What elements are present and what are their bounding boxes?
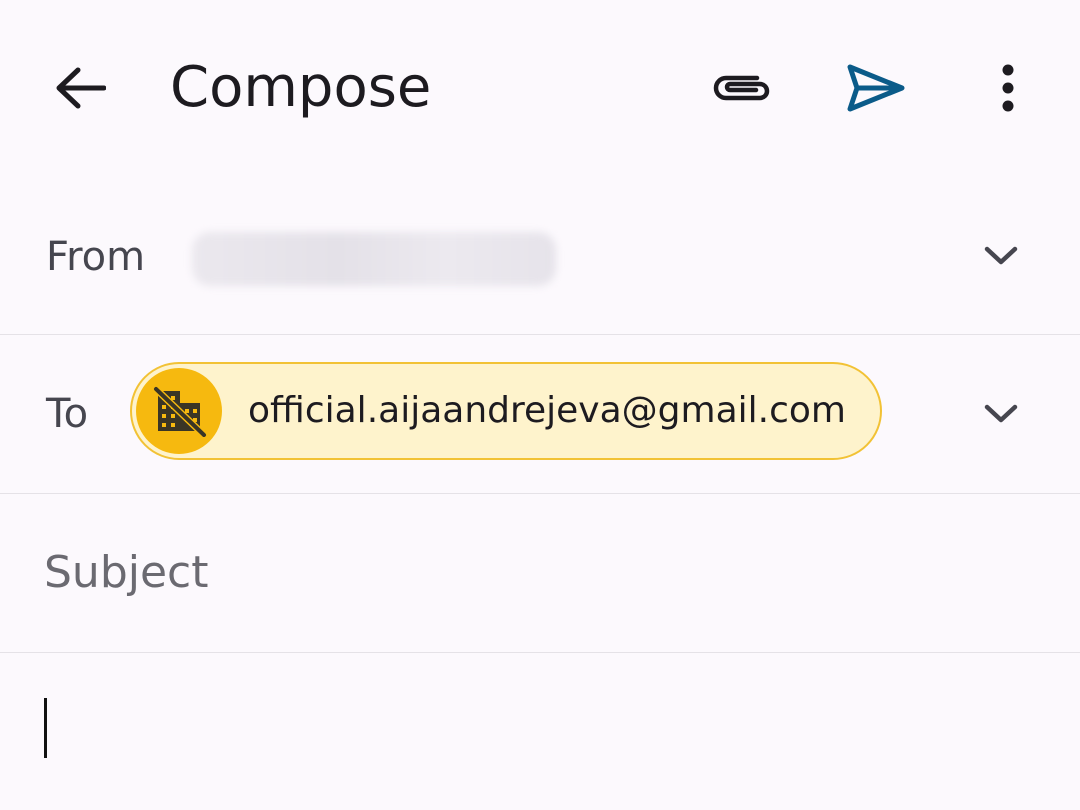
from-account-value-obscured[interactable] bbox=[192, 232, 556, 286]
attach-button[interactable] bbox=[700, 48, 784, 128]
recipient-chip[interactable]: official.aijaandrejeva@gmail.com bbox=[130, 362, 882, 460]
page-title: Compose bbox=[170, 55, 432, 120]
domain-disabled-icon bbox=[153, 386, 207, 437]
paperclip-icon bbox=[713, 75, 770, 101]
back-button[interactable] bbox=[40, 48, 120, 128]
more-options-button[interactable] bbox=[968, 48, 1048, 128]
from-row[interactable]: From bbox=[0, 180, 1080, 335]
from-label: From bbox=[46, 234, 146, 280]
send-button[interactable] bbox=[836, 48, 916, 128]
more-vert-icon bbox=[1002, 64, 1014, 112]
from-expand-button[interactable] bbox=[968, 223, 1034, 289]
text-cursor bbox=[44, 698, 47, 758]
to-label: To bbox=[46, 391, 89, 437]
to-row[interactable]: To official.aijaandrejeva@gmail.com bbox=[0, 335, 1080, 494]
compose-screen: Compose From To official.aijaandrejeva@g… bbox=[0, 0, 1080, 810]
email-body-field[interactable] bbox=[0, 654, 1080, 810]
send-icon bbox=[847, 64, 905, 112]
chevron-down-icon bbox=[984, 246, 1018, 265]
subject-row[interactable] bbox=[0, 494, 1080, 653]
subject-input[interactable] bbox=[44, 540, 1004, 604]
arrow-back-icon bbox=[56, 67, 106, 109]
recipient-email: official.aijaandrejeva@gmail.com bbox=[248, 390, 846, 431]
chevron-down-icon bbox=[984, 404, 1018, 423]
recipient-avatar bbox=[136, 368, 222, 454]
to-expand-button[interactable] bbox=[968, 381, 1034, 447]
top-app-bar: Compose bbox=[0, 0, 1080, 176]
